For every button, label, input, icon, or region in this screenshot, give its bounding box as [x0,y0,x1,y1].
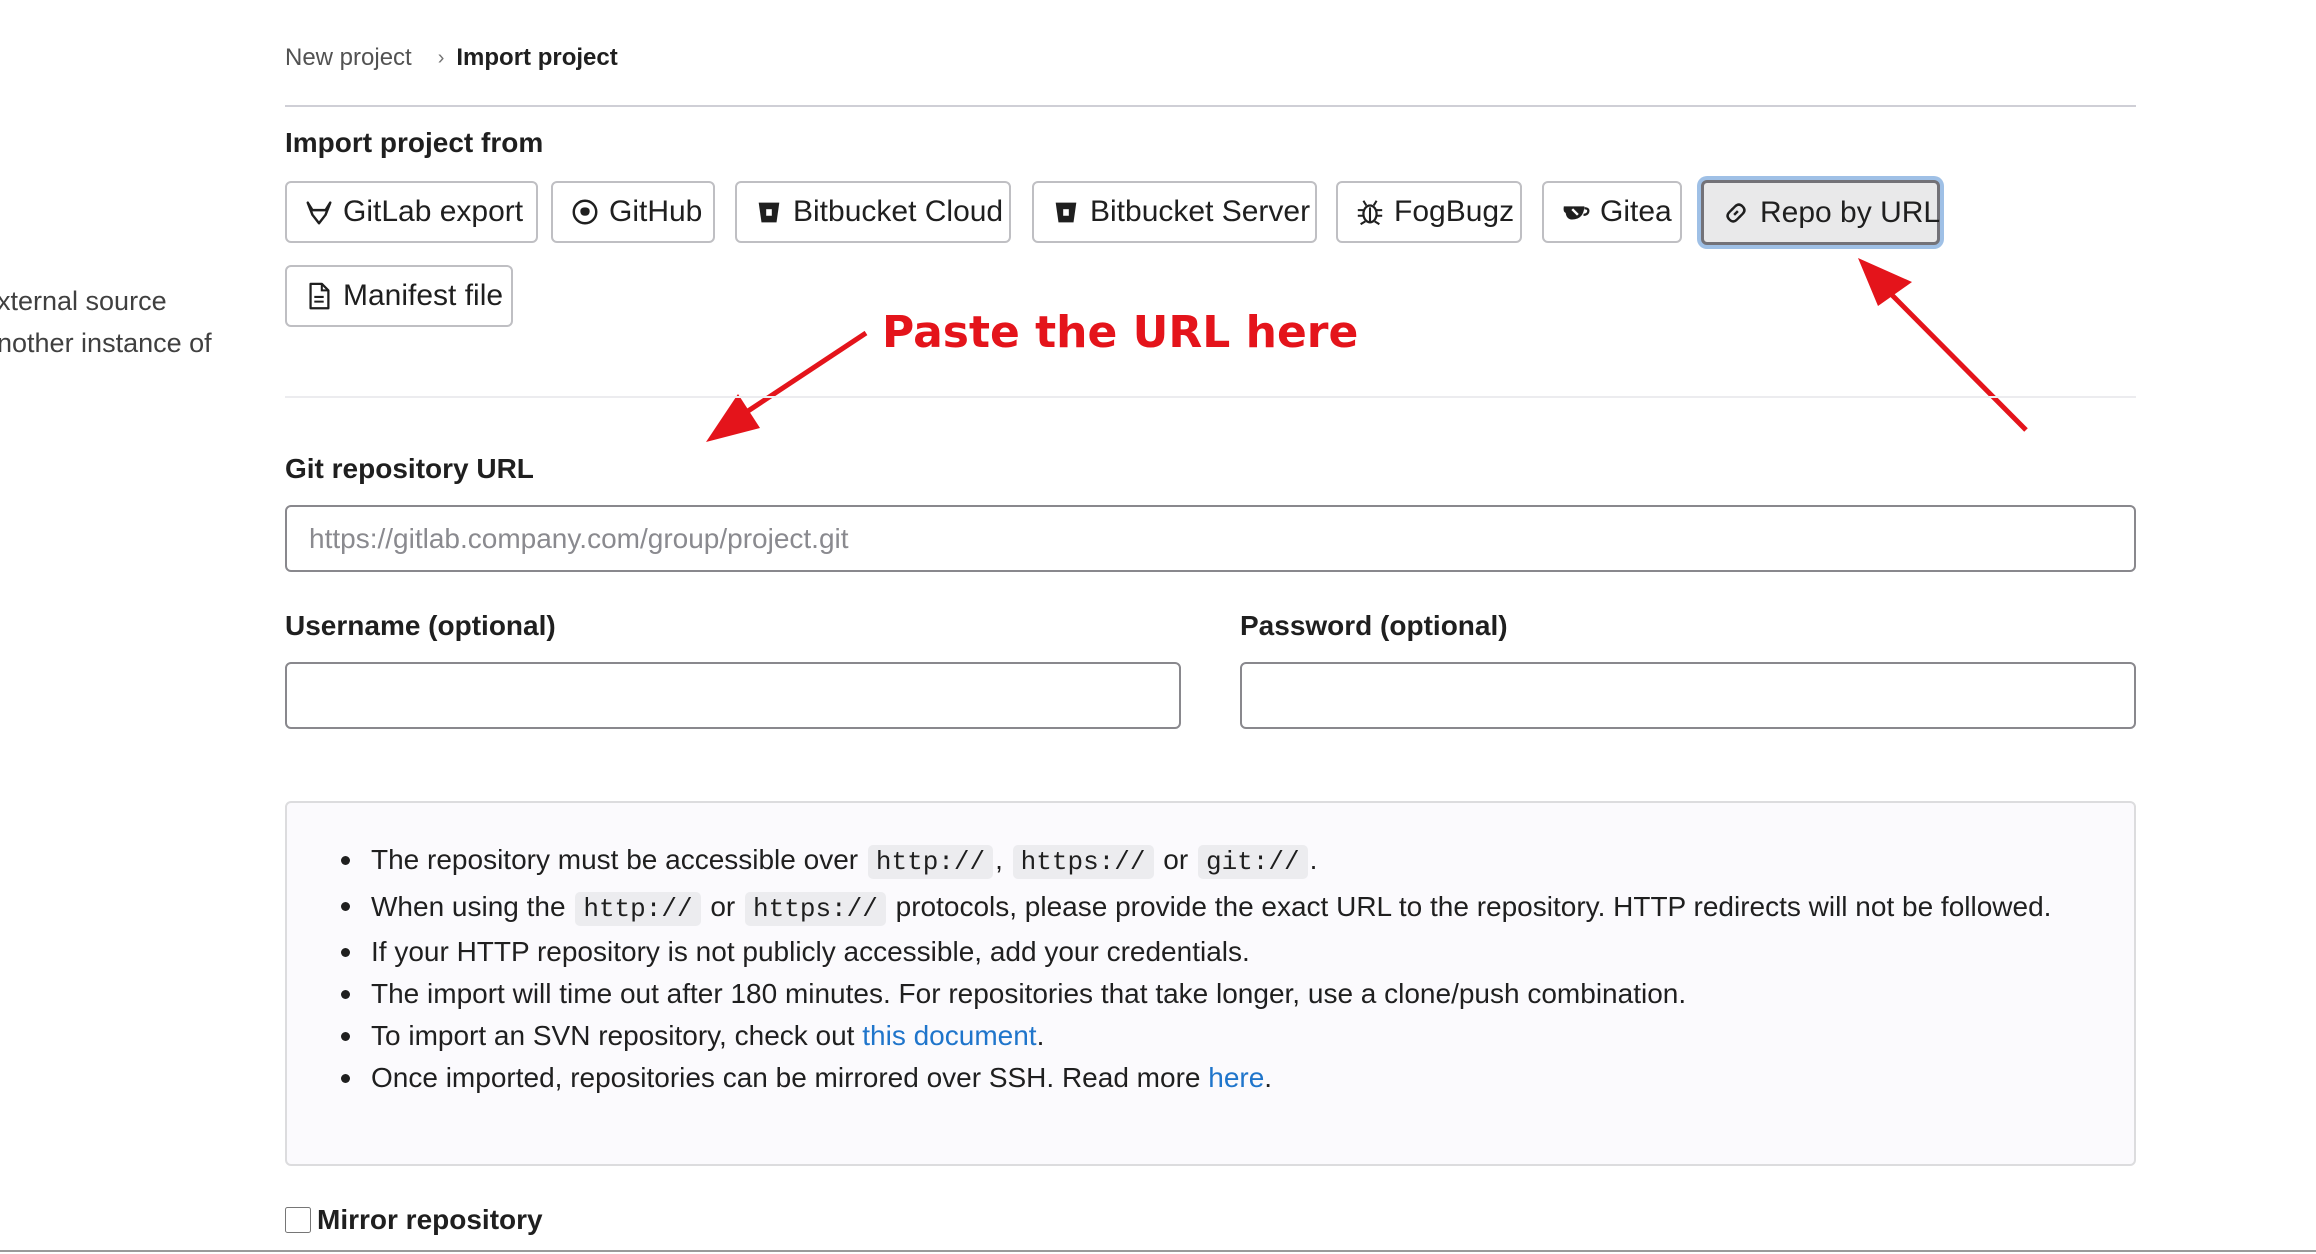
info-text: or [702,891,744,922]
repo-url-label: Git repository URL [285,453,534,484]
info-text: The repository must be accessible over [371,844,866,875]
info-item: If your HTTP repository is not publicly … [341,931,2091,973]
info-list: The repository must be accessible over h… [341,839,2091,1099]
info-item: When using the http:// or https:// proto… [341,885,2091,931]
password-label: Password (optional) [1240,610,1508,641]
info-text: or [1155,844,1196,875]
arrow-to-url-field [706,330,868,442]
info-text: . [1036,1020,1045,1051]
arrow-to-repo-by-url [1858,258,2028,432]
divider [285,396,2136,398]
mirror-repository-row: Mirror repository [285,1204,543,1236]
mirror-repository-checkbox[interactable] [285,1207,311,1233]
info-item: Once imported, repositories can be mirro… [341,1057,2091,1099]
info-item: To import an SVN repository, check out t… [341,1015,2091,1057]
username-input[interactable] [285,662,1181,729]
info-item: The repository must be accessible over h… [341,839,2091,883]
info-item: The import will time out after 180 minut… [341,973,2091,1015]
code-snippet: http:// [575,892,701,926]
info-text: , [995,844,1011,875]
code-snippet: https:// [1012,845,1154,879]
code-snippet: https:// [745,892,886,926]
username-label: Username (optional) [285,610,556,641]
mirror-repository-label[interactable]: Mirror repository [317,1204,543,1236]
password-input[interactable] [1240,662,2136,729]
svn-document-link[interactable]: this document [862,1020,1036,1051]
mirroring-here-link[interactable]: here [1208,1062,1264,1093]
code-snippet: http:// [867,845,994,879]
info-text: When using the [371,891,574,922]
info-text: To import an SVN repository, check out [371,1020,863,1051]
repo-url-input[interactable] [285,505,2136,572]
info-text: . [1309,844,1318,875]
code-snippet: git:// [1197,845,1308,879]
import-info-box: The repository must be accessible over h… [285,801,2136,1166]
window-bottom-edge [0,1250,2316,1252]
info-text: protocols, please provide the exact URL … [887,891,2052,922]
info-text: Once imported, repositories can be mirro… [371,1062,1209,1093]
info-text: . [1264,1062,1273,1093]
